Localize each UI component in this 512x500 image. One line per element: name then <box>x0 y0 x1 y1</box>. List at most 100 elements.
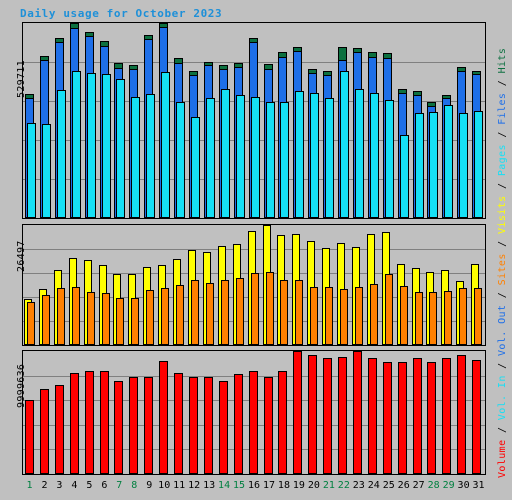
day-group <box>321 23 336 218</box>
bar-stack-day-11 <box>172 23 187 218</box>
day-group <box>38 23 53 218</box>
bar-visits-day-28 <box>429 292 438 345</box>
day-group <box>470 225 485 345</box>
x-axis-tick-day-27: 27 <box>412 480 425 491</box>
legend-separator-6: / <box>497 124 508 138</box>
bar-stack-day-25 <box>381 23 396 218</box>
day-group <box>98 351 113 474</box>
x-axis-tick-day-21: 21 <box>322 480 335 491</box>
bar-stack-day-7 <box>112 23 127 218</box>
day-group <box>53 351 68 474</box>
legend-item-vol-in: Vol. In <box>497 375 508 421</box>
x-axis-tick-day-15: 15 <box>233 480 246 491</box>
day-group <box>127 351 142 474</box>
x-axis-tick-day-28: 28 <box>427 480 440 491</box>
bar-pages-day-5 <box>86 73 96 218</box>
bar-pages-day-4 <box>71 71 81 218</box>
bar-stack-day-5 <box>83 225 98 345</box>
day-group <box>217 23 232 218</box>
bar-visits-day-25 <box>384 274 393 345</box>
bar-volume-day-14 <box>218 381 228 474</box>
day-group <box>112 23 127 218</box>
day-group <box>336 23 351 218</box>
x-axis-tick-day-12: 12 <box>188 480 201 491</box>
bar-volume-day-15 <box>233 374 243 474</box>
bar-visits-day-2 <box>41 295 50 345</box>
day-group <box>172 23 187 218</box>
day-group <box>440 225 455 345</box>
plot-area-volume <box>23 351 485 474</box>
bar-stack-day-1 <box>23 23 38 218</box>
day-group <box>157 225 172 345</box>
bar-volume-day-1 <box>25 400 34 474</box>
bar-visits-day-10 <box>161 288 170 345</box>
day-group <box>425 351 440 474</box>
bar-stack-day-21 <box>321 225 336 345</box>
bar-stack-day-31 <box>470 225 485 345</box>
bar-stack-day-31 <box>470 351 485 474</box>
bar-stack-day-13 <box>202 351 217 474</box>
day-group <box>112 351 127 474</box>
bar-stack-day-16 <box>247 225 262 345</box>
legend-item-visits: Visits <box>497 195 508 234</box>
bar-stack-day-19 <box>291 23 306 218</box>
day-group <box>98 225 113 345</box>
day-group <box>187 23 202 218</box>
bar-volume-day-21 <box>323 358 333 474</box>
legend-separator-1: / <box>497 420 508 434</box>
bar-pages-day-11 <box>176 102 186 218</box>
bar-stack-day-9 <box>142 351 157 474</box>
day-group <box>262 225 277 345</box>
bar-volume-day-29 <box>442 358 452 474</box>
bar-pages-day-20 <box>310 93 320 218</box>
bar-stack-day-3 <box>53 23 68 218</box>
panel-hits-files-pages <box>22 22 486 219</box>
bar-stack-day-29 <box>440 351 455 474</box>
bar-visits-day-1 <box>27 302 35 345</box>
day-group <box>83 225 98 345</box>
bar-stack-day-17 <box>262 351 277 474</box>
legend-item-sites: Sites <box>497 253 508 286</box>
bar-volume-day-2 <box>39 389 49 474</box>
x-axis-tick-day-4: 4 <box>71 480 78 491</box>
day-group <box>276 225 291 345</box>
day-group <box>53 225 68 345</box>
x-axis-tick-day-3: 3 <box>56 480 63 491</box>
bar-volume-day-11 <box>174 373 184 474</box>
legend-separator-2: / <box>497 355 508 369</box>
bar-pages-day-26 <box>399 135 409 218</box>
day-group <box>187 225 202 345</box>
day-group <box>202 225 217 345</box>
bar-visits-day-6 <box>101 293 110 345</box>
bar-stack-day-21 <box>321 351 336 474</box>
bar-stack-day-17 <box>262 225 277 345</box>
day-group <box>351 225 366 345</box>
bar-pages-day-18 <box>280 102 290 218</box>
bar-stack-day-12 <box>187 351 202 474</box>
day-group <box>247 23 262 218</box>
bar-volume-day-18 <box>278 371 288 474</box>
day-group <box>455 351 470 474</box>
bar-pages-day-8 <box>131 97 141 218</box>
bar-visits-day-26 <box>399 286 408 345</box>
legend-separator-4: / <box>497 233 508 247</box>
bar-stack-day-30 <box>455 23 470 218</box>
bar-visits-day-7 <box>116 298 125 345</box>
day-group <box>381 225 396 345</box>
x-axis-tick-day-17: 17 <box>262 480 275 491</box>
bar-volume-day-13 <box>203 377 213 474</box>
day-group <box>381 23 396 218</box>
bar-visits-day-23 <box>354 287 363 345</box>
bar-stack-day-4 <box>68 225 83 345</box>
bar-pages-day-25 <box>384 100 394 218</box>
day-group <box>291 351 306 474</box>
bar-stack-day-2 <box>38 23 53 218</box>
bar-stack-day-24 <box>366 225 381 345</box>
day-group <box>411 351 426 474</box>
day-group <box>157 351 172 474</box>
bar-visits-day-15 <box>235 278 244 345</box>
bar-stack-day-15 <box>232 23 247 218</box>
bar-stack-day-4 <box>68 23 83 218</box>
bar-pages-day-7 <box>116 79 126 218</box>
panel-sites-visits <box>22 224 486 346</box>
